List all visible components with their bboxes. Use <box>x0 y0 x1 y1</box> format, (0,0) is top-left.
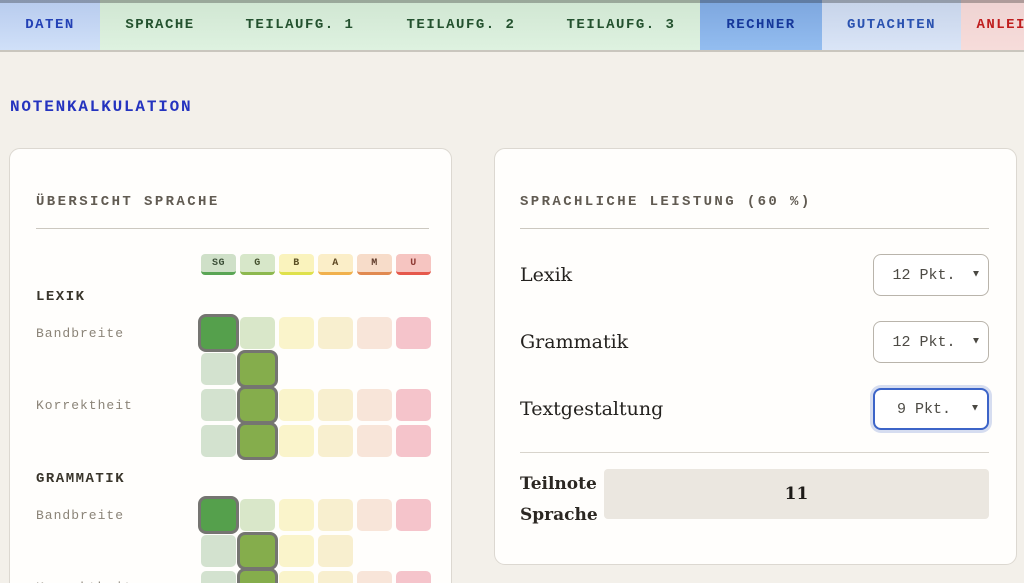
result-label-line1: Teilnote <box>520 469 603 500</box>
result-row: Teilnote Sprache 11 <box>520 469 989 531</box>
main-content: NOTENKALKULATION ÜBERSICHT SPRACHE SGGBA… <box>0 100 1024 583</box>
criterion-label: Korrektheit <box>36 398 201 413</box>
grade-cell[interactable] <box>357 571 392 583</box>
grade-cell[interactable] <box>279 535 314 567</box>
section-label-grammatik: GRAMMATIK <box>36 471 429 487</box>
grade-cell[interactable] <box>240 499 275 531</box>
points-row-label: Lexik <box>520 264 572 286</box>
points-select-rows: Lexik12 Pkt.▼Grammatik12 Pkt.▼Textgestal… <box>520 254 989 430</box>
grade-cell[interactable] <box>396 389 431 421</box>
grade-calculator-app: DATENSPRACHETEILAUFG. 1TEILAUFG. 2TEILAU… <box>0 0 1024 583</box>
grade-cell[interactable] <box>396 317 431 349</box>
tab-teilaufg-2[interactable]: TEILAUFG. 2 <box>380 0 542 50</box>
overview-panel: ÜBERSICHT SPRACHE SGGBAMU LEXIK Bandbreite… <box>9 148 452 583</box>
grade-cell[interactable] <box>396 499 431 531</box>
column-header-b: B <box>279 254 314 275</box>
tab-gutachten[interactable]: GUTACHTEN <box>822 0 961 50</box>
criterion-label: Korrektheit <box>36 580 201 583</box>
grade-cell[interactable] <box>357 425 392 457</box>
grade-cell[interactable] <box>279 317 314 349</box>
column-header-u: U <box>396 254 431 275</box>
grade-grid: SGGBAMU LEXIK Bandbreite Korrektheit GRAMMAT… <box>36 254 429 583</box>
points-row-label: Grammatik <box>520 331 628 353</box>
criterion-label: Bandbreite <box>36 508 201 523</box>
grade-cell[interactable] <box>357 499 392 531</box>
chevron-down-icon: ▼ <box>973 337 979 348</box>
calculator-panel: SPRACHLICHE LEISTUNG (60 %) Lexik 12 Pkt.… <box>494 148 1017 565</box>
points-select-lexik[interactable]: 12 Pkt. ▼ <box>873 254 989 296</box>
points-select-textgestaltung[interactable]: 9 Pkt. ▼ <box>873 388 989 430</box>
grade-cell[interactable] <box>318 499 353 531</box>
grade-cell[interactable] <box>201 389 236 421</box>
grade-cell[interactable] <box>240 317 275 349</box>
grade-cell[interactable] <box>396 425 431 457</box>
selected-points-value: 9 Pkt. <box>897 401 951 418</box>
grade-cell[interactable] <box>279 499 314 531</box>
grade-cell[interactable] <box>201 425 236 457</box>
chevron-down-icon: ▼ <box>972 404 978 415</box>
grade-cell-selected[interactable] <box>201 499 236 531</box>
grade-cell-selected[interactable] <box>240 571 275 583</box>
grade-cell[interactable] <box>201 353 236 385</box>
points-row-grammatik: Grammatik 12 Pkt. ▼ <box>520 321 989 363</box>
grade-cell-selected[interactable] <box>240 425 275 457</box>
grade-cell[interactable] <box>318 535 353 567</box>
tab-bar: DATENSPRACHETEILAUFG. 1TEILAUFG. 2TEILAU… <box>0 0 1024 52</box>
grade-cell[interactable] <box>357 317 392 349</box>
tab-teilaufg-1[interactable]: TEILAUFG. 1 <box>220 0 380 50</box>
tab-daten[interactable]: DATEN <box>0 0 100 50</box>
grade-cell[interactable] <box>279 425 314 457</box>
divider <box>36 228 429 229</box>
column-header-m: M <box>357 254 392 275</box>
grade-cell[interactable] <box>357 389 392 421</box>
tab-teilaufg-3[interactable]: TEILAUFG. 3 <box>542 0 700 50</box>
partial-grade-value: 11 <box>604 469 989 519</box>
overview-panel-title: ÜBERSICHT SPRACHE <box>36 194 429 210</box>
cards-container: ÜBERSICHT SPRACHE SGGBAMU LEXIK Bandbreite… <box>9 148 1017 583</box>
grade-cell[interactable] <box>201 571 236 583</box>
grade-cell[interactable] <box>318 571 353 583</box>
grade-cell-selected[interactable] <box>240 535 275 567</box>
chevron-down-icon: ▼ <box>973 270 979 281</box>
grade-cell[interactable] <box>318 389 353 421</box>
column-header-a: A <box>318 254 353 275</box>
calculator-panel-title: SPRACHLICHE LEISTUNG (60 %) <box>520 194 989 210</box>
points-row-textgestaltung: Textgestaltung 9 Pkt. ▼ <box>520 388 989 430</box>
grade-cell[interactable] <box>279 389 314 421</box>
column-header-sg: SG <box>201 254 236 275</box>
page-title: NOTENKALKULATION <box>10 100 1017 114</box>
result-label-line2: Sprache <box>520 500 603 531</box>
points-row-lexik: Lexik 12 Pkt. ▼ <box>520 254 989 296</box>
grade-cell[interactable] <box>279 571 314 583</box>
grade-cell[interactable] <box>318 425 353 457</box>
points-select-grammatik[interactable]: 12 Pkt. ▼ <box>873 321 989 363</box>
result-label: Teilnote Sprache <box>520 469 603 531</box>
selected-points-value: 12 Pkt. <box>892 267 955 284</box>
grade-cell[interactable] <box>318 317 353 349</box>
selected-points-value: 12 Pkt. <box>892 334 955 351</box>
section-label-lexik: LEXIK <box>36 289 429 305</box>
tab-sprache[interactable]: SPRACHE <box>100 0 220 50</box>
points-row-label: Textgestaltung <box>520 398 663 420</box>
column-header-g: G <box>240 254 275 275</box>
divider <box>520 228 989 229</box>
tab-anleitung[interactable]: ANLEITUNG <box>961 0 1024 50</box>
grade-cell-selected[interactable] <box>240 353 275 385</box>
tab-rechner[interactable]: RECHNER <box>700 0 822 50</box>
grade-cell-selected[interactable] <box>240 389 275 421</box>
criterion-label: Bandbreite <box>36 326 201 341</box>
grade-cell[interactable] <box>396 571 431 583</box>
grade-cell-selected[interactable] <box>201 317 236 349</box>
divider <box>520 452 989 453</box>
grade-cell[interactable] <box>201 535 236 567</box>
